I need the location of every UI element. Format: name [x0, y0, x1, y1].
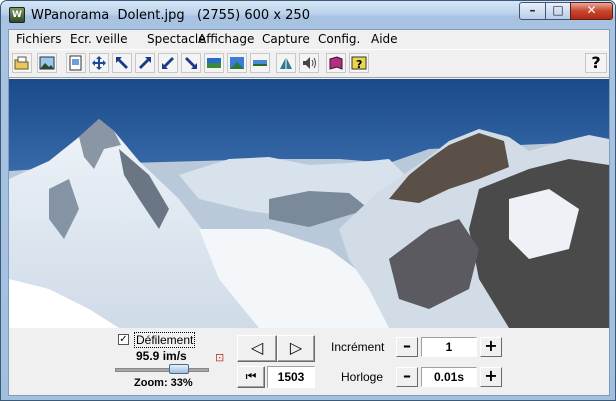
- arrow-diagonal-in-icon[interactable]: [158, 53, 178, 73]
- maximize-button[interactable]: □: [545, 2, 571, 20]
- scroll-speed: 95.9 im/s: [136, 349, 187, 363]
- close-button[interactable]: ✕: [570, 2, 613, 20]
- menu-affichage[interactable]: Affichage: [198, 32, 254, 46]
- increment-minus-button[interactable]: –: [396, 337, 418, 357]
- help-book-icon[interactable]: ?: [349, 53, 369, 73]
- increment-label: Incrément: [331, 340, 385, 354]
- panorama-strip-icon[interactable]: [204, 53, 224, 73]
- image-icon[interactable]: [37, 53, 57, 73]
- clock-minus-button[interactable]: –: [396, 367, 418, 387]
- menu-ecr-veille[interactable]: Ecr. veille: [70, 32, 128, 46]
- menu-capture[interactable]: Capture: [262, 32, 310, 46]
- menu-spectacle[interactable]: Spectacle: [147, 32, 206, 46]
- menu-config[interactable]: Config.: [318, 32, 360, 46]
- zoom-label: Zoom: 33%: [134, 377, 193, 389]
- clock-label: Horloge: [341, 370, 384, 384]
- menu-fichiers[interactable]: Fichiers: [16, 32, 61, 46]
- panorama-thin-icon[interactable]: [250, 53, 270, 73]
- panorama-wide-icon[interactable]: [227, 53, 247, 73]
- app-window: W WPanorama Dolent.jpg (2755) 600 x 250 …: [0, 0, 616, 401]
- svg-text:?: ?: [356, 58, 362, 71]
- move-cross-icon[interactable]: [89, 53, 109, 73]
- app-icon[interactable]: W: [9, 7, 25, 23]
- arrow-diagonal-out-icon[interactable]: [135, 53, 155, 73]
- next-button[interactable]: ▷: [277, 335, 315, 362]
- first-frame-button[interactable]: ⏮: [237, 366, 265, 388]
- prev-button[interactable]: ◁: [237, 335, 277, 362]
- help-button[interactable]: ?: [585, 53, 607, 73]
- increment-field[interactable]: 1: [421, 337, 477, 357]
- speed-indicator-icon: ⊡: [215, 351, 225, 364]
- copy-page-icon[interactable]: [66, 53, 86, 73]
- arrow-up-left-icon[interactable]: [112, 53, 132, 73]
- increment-plus-button[interactable]: +: [480, 337, 502, 357]
- sound-icon[interactable]: [299, 53, 319, 73]
- scroll-checkbox[interactable]: ✓: [118, 334, 129, 345]
- window-title: WPanorama Dolent.jpg (2755) 600 x 250: [31, 8, 310, 23]
- zoom-slider-track[interactable]: [115, 368, 209, 372]
- zoom-slider-thumb[interactable]: [169, 364, 189, 374]
- position-field[interactable]: 1503: [267, 366, 315, 388]
- client-area: Fichiers Ecr. veille Spectacle Affichage…: [8, 29, 610, 396]
- controls-panel: ✓ Défilement 95.9 im/s ⊡ Zoom: 33% ◁ ▷ ⏮…: [9, 328, 609, 395]
- title-bar[interactable]: W WPanorama Dolent.jpg (2755) 600 x 250 …: [1, 1, 615, 29]
- toolbar: ? ?: [9, 49, 609, 78]
- clock-field[interactable]: 0.01s: [421, 367, 477, 387]
- scroll-label[interactable]: Défilement: [134, 332, 196, 348]
- screen-saver-icon[interactable]: [276, 53, 296, 73]
- minimize-button[interactable]: –: [519, 2, 546, 20]
- arrow-down-right-icon[interactable]: [181, 53, 201, 73]
- menu-aide[interactable]: Aide: [371, 32, 398, 46]
- open-folder-icon[interactable]: [12, 53, 32, 73]
- menu-bar: Fichiers Ecr. veille Spectacle Affichage…: [9, 30, 609, 49]
- book-icon[interactable]: [326, 53, 346, 73]
- clock-plus-button[interactable]: +: [480, 367, 502, 387]
- panorama-image[interactable]: [9, 79, 609, 328]
